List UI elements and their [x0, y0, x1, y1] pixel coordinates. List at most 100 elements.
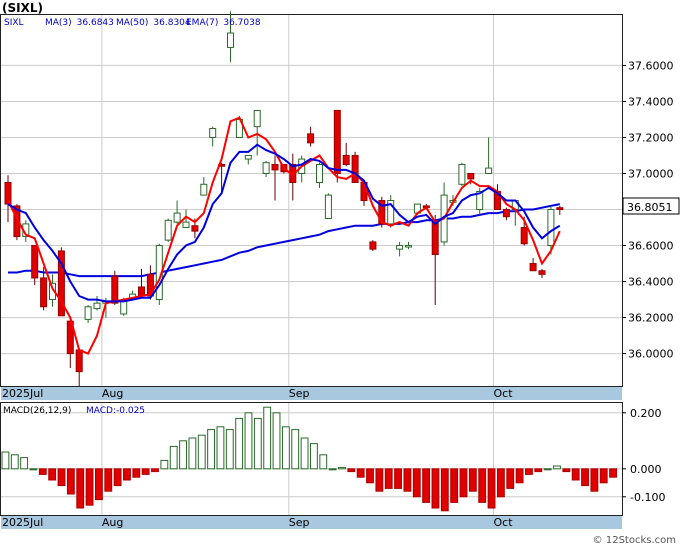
candle-down [529, 263, 537, 272]
price-tick-label: 37.6000 [628, 59, 674, 72]
macd-bar-negative [151, 468, 159, 473]
candle-up [209, 127, 217, 138]
candle-down [31, 245, 39, 279]
macd-bar-positive [160, 459, 169, 470]
price-tick-label: 36.6000 [628, 240, 674, 253]
candle-up [173, 212, 181, 223]
macd-bar-negative [450, 468, 459, 503]
macd-bar-negative [48, 468, 57, 481]
candle-down [111, 275, 119, 304]
price-tick-label: 37.0000 [628, 167, 674, 180]
candle-down [75, 349, 83, 373]
candle-up [244, 154, 252, 160]
candle-down [520, 227, 528, 245]
macd-bar-positive [253, 417, 262, 470]
candle-up [316, 163, 323, 183]
macd-bar-positive [338, 466, 346, 470]
macd-bar-negative [599, 468, 608, 484]
macd-bar-negative [132, 468, 141, 478]
macd-bar-negative [534, 468, 543, 473]
price-tick-label: 36.2000 [628, 312, 674, 325]
macd-bar-positive [216, 426, 225, 470]
macd-bar-positive [281, 426, 290, 470]
macd-bar-positive [300, 437, 309, 470]
candle-up [84, 306, 92, 320]
macd-bar-negative [487, 468, 496, 509]
legend-value: 36.6843 [77, 18, 114, 28]
macd-bar-negative [104, 468, 113, 492]
macd-bar-positive [319, 454, 328, 470]
macd-bar-negative [515, 468, 524, 484]
macd-bar-negative [76, 468, 85, 509]
macd-bar-negative [85, 468, 94, 506]
macd-month-band [1, 516, 622, 529]
stock-chart: 37.600037.400037.200037.000036.800036.60… [0, 0, 680, 546]
macd-bar-negative [347, 468, 356, 473]
macd-bar-negative [459, 468, 468, 498]
macd-bar-negative [366, 468, 374, 484]
macd-bar-negative [468, 468, 477, 492]
candle-down [271, 163, 279, 171]
macd-bar-positive [169, 445, 178, 470]
candle-down [431, 221, 439, 256]
macd-bar-positive [10, 454, 19, 470]
macd-bar-positive [235, 417, 244, 470]
candle-up [458, 163, 466, 185]
macd-axis: 0.200 0.000 -0.100 [622, 407, 665, 504]
legend-entry: MA(3) 36.6843 [45, 18, 114, 28]
macd-bar-negative [581, 468, 589, 487]
macd-bar-negative [496, 468, 505, 498]
x-tick-label: Oct [494, 516, 514, 529]
macd-bar-negative [403, 468, 412, 492]
legend-label: SIXL [4, 18, 24, 28]
price-month-band [1, 387, 622, 400]
chart-title: (SIXL) [2, 1, 43, 15]
macd-bar-negative [571, 468, 580, 481]
macd-bar-negative [113, 468, 122, 487]
macd-bar-positive [225, 429, 234, 470]
macd-bar-negative [356, 468, 365, 478]
macd-bar-positive [328, 468, 337, 471]
candle-down [556, 207, 564, 211]
candle-down [342, 154, 350, 165]
x-tick-label: 2025Jul [2, 387, 43, 400]
macd-bar-positive [263, 406, 272, 470]
x-tick-label: Aug [102, 516, 123, 529]
macd-bar-negative [440, 468, 449, 512]
macd-bar-negative [94, 468, 103, 501]
macd-bar-positive [179, 440, 187, 470]
macd-bar-negative [141, 468, 150, 475]
macd-bar-negative [384, 468, 393, 489]
x-tick-label: Sep [289, 387, 310, 400]
macd-bar-positive [291, 429, 300, 470]
candle-down [467, 172, 475, 180]
macd-bar-negative [66, 468, 75, 495]
legend-value: 36.7038 [223, 18, 260, 28]
x-tick-label: Sep [289, 516, 310, 529]
legend-label: EMA(7) [186, 18, 218, 28]
candle-up [182, 221, 190, 229]
x-tick-label: Oct [494, 387, 514, 400]
candle-down [369, 241, 377, 250]
candle-up [405, 245, 412, 248]
macd-bar-negative [123, 468, 131, 481]
macd-bar-positive [543, 468, 552, 471]
macd-bar-positive [188, 437, 197, 470]
macd-bar-positive [207, 429, 216, 470]
candle-down [307, 133, 315, 144]
macd-legend-value: MACD:-0.025 [86, 406, 145, 416]
candle-down [351, 154, 359, 183]
candle-down [538, 270, 546, 275]
macd-bar-positive [29, 468, 38, 471]
stock-chart-svg: 37.600037.400037.200037.000036.800036.60… [0, 1, 680, 546]
x-tick-label: 2025Jul [2, 516, 43, 529]
last-price-tag: 36.8051 [627, 201, 673, 214]
candle-up [227, 32, 234, 48]
macd-bar-negative [431, 468, 440, 509]
candle-up [324, 194, 332, 220]
macd-bar-positive [244, 412, 253, 470]
legend-label: MA(50) [116, 18, 148, 28]
price-tick-label: 37.4000 [628, 95, 674, 108]
macd-bar-positive [197, 434, 206, 470]
candle-up [200, 183, 208, 196]
